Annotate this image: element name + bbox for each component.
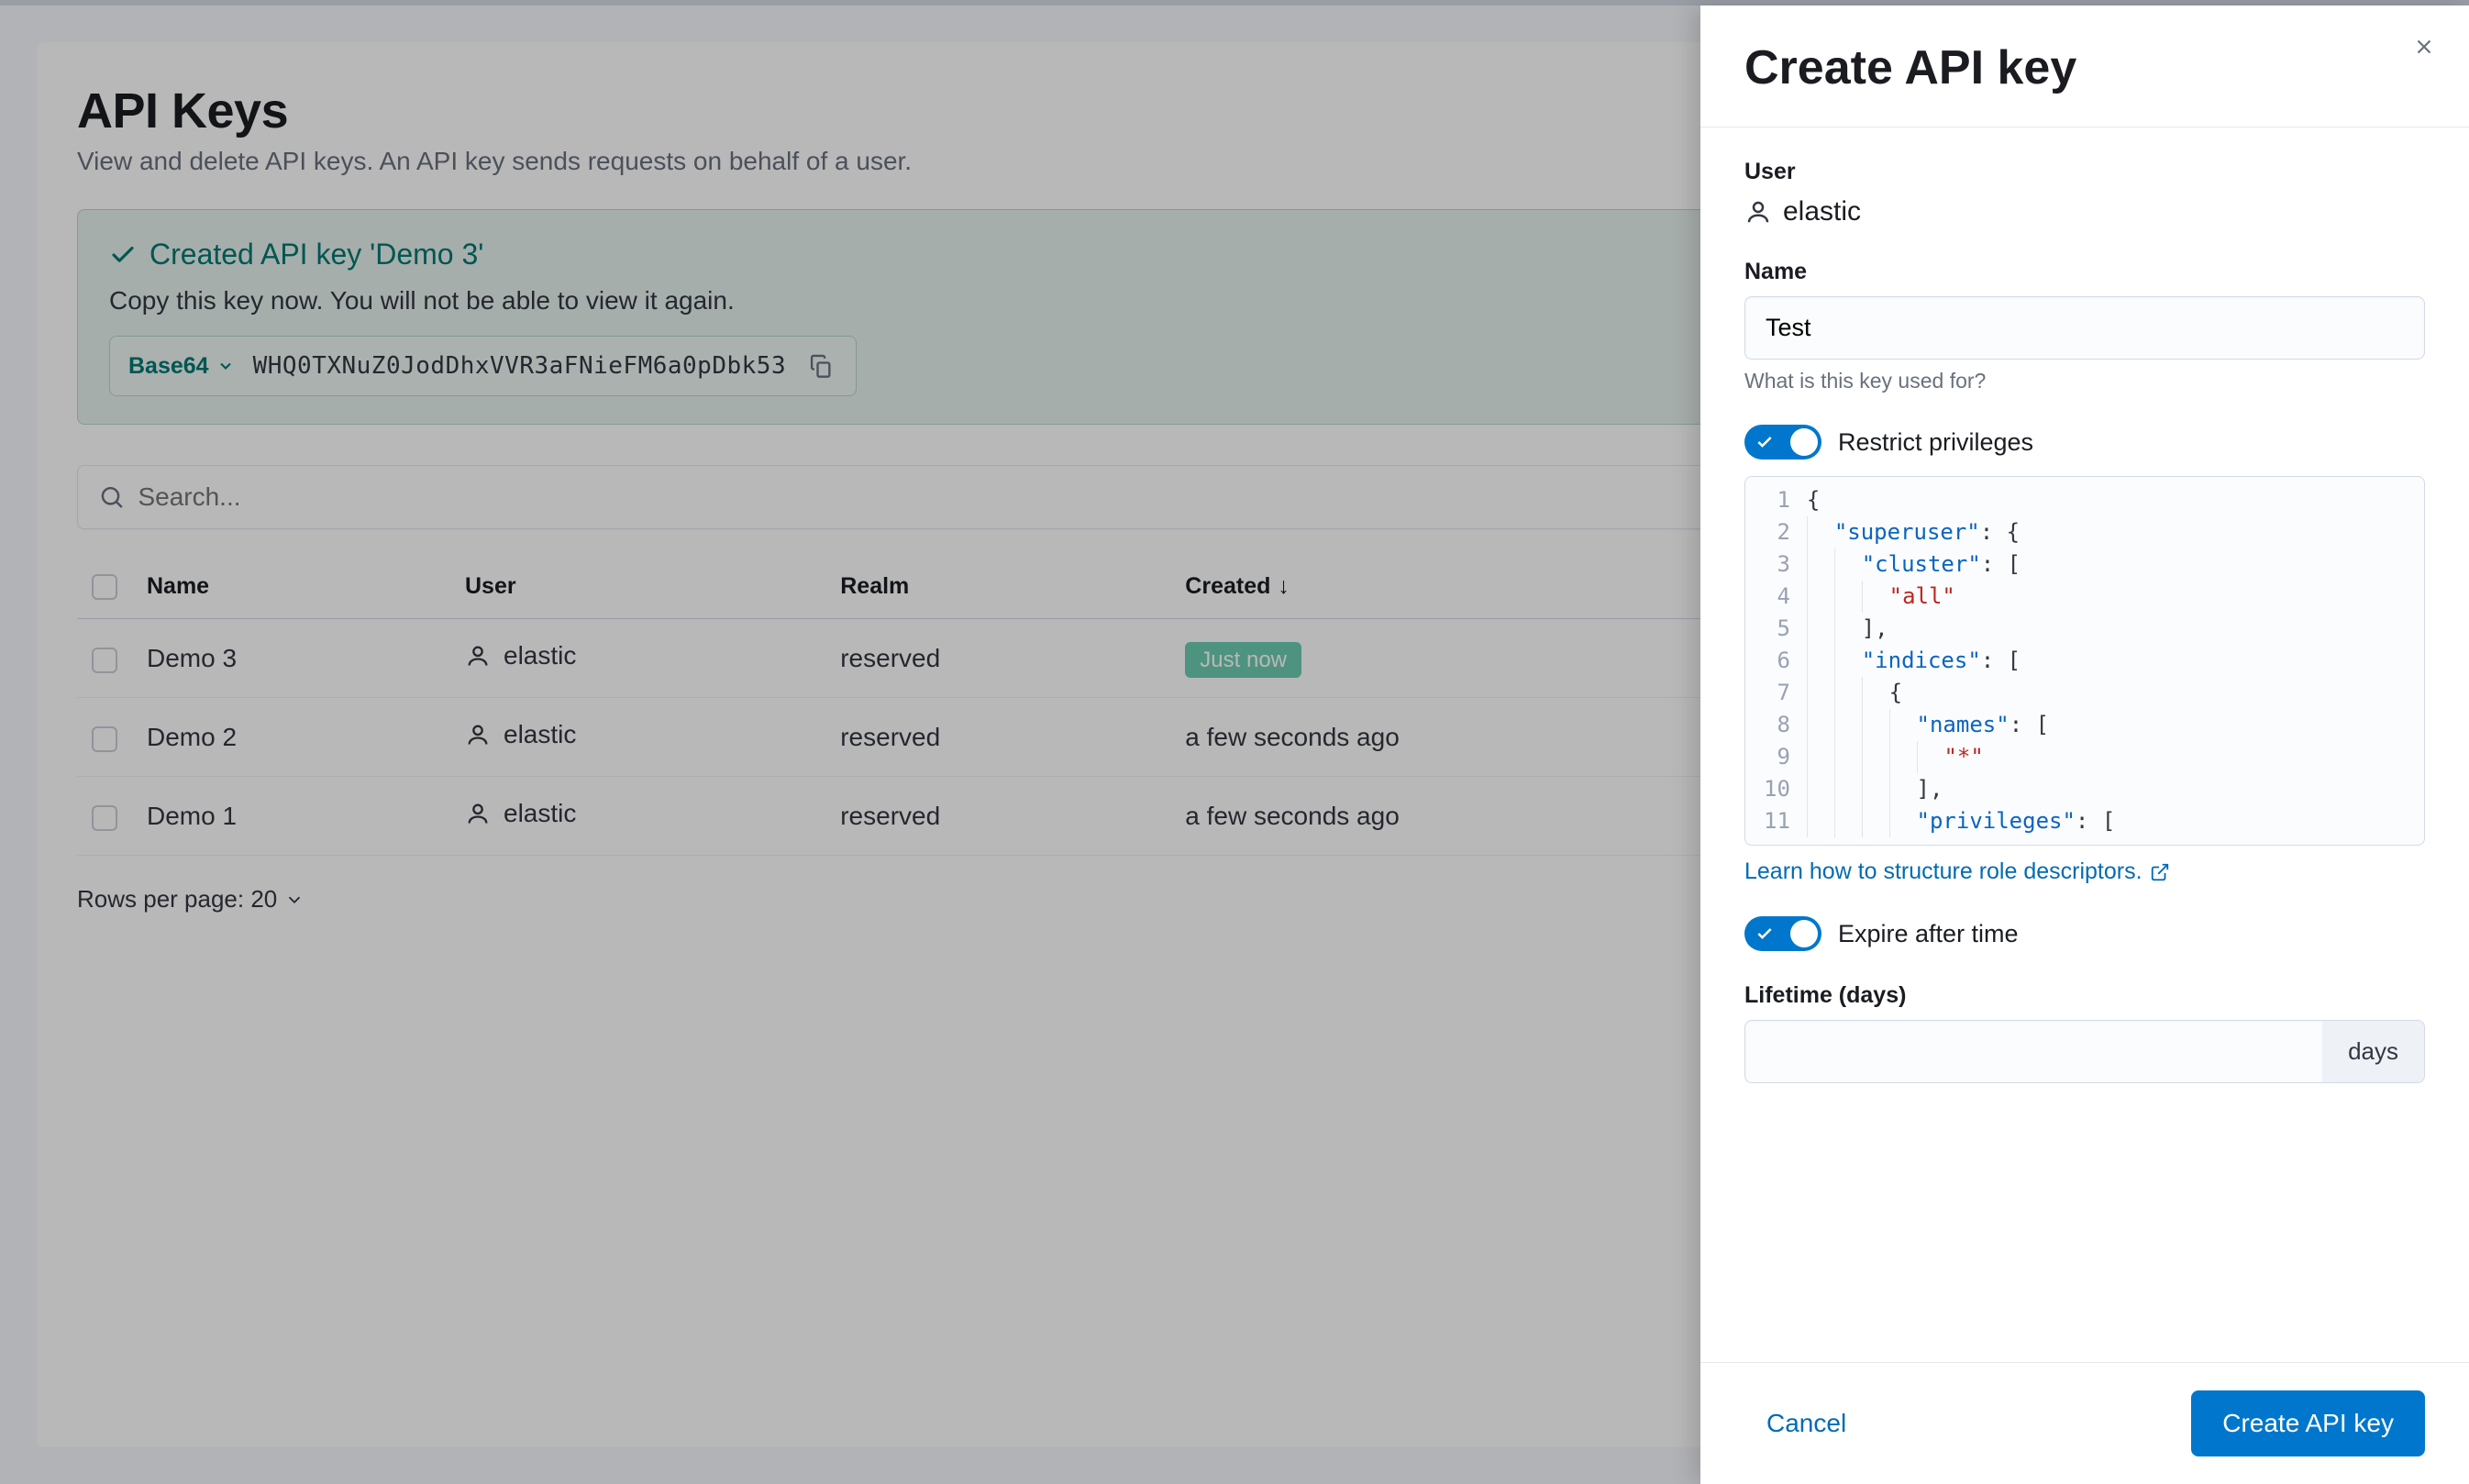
close-flyout-button[interactable] — [2408, 31, 2440, 62]
lifetime-input[interactable] — [1744, 1020, 2322, 1083]
check-icon — [1755, 433, 1774, 451]
role-descriptor-editor[interactable]: 1234567891011 { "superuser": { "cluster"… — [1744, 476, 2425, 846]
name-label: Name — [1744, 259, 2425, 285]
lifetime-label: Lifetime (days) — [1744, 982, 2425, 1009]
lifetime-unit: days — [2322, 1020, 2425, 1083]
user-label: User — [1744, 159, 2425, 185]
external-link-icon — [2150, 862, 2170, 882]
user-icon — [1744, 198, 1772, 226]
learn-role-descriptors-link[interactable]: Learn how to structure role descriptors. — [1744, 858, 2170, 885]
close-icon — [2412, 35, 2436, 59]
restrict-privileges-toggle[interactable] — [1744, 425, 1821, 460]
cancel-button[interactable]: Cancel — [1744, 1394, 1868, 1453]
expire-after-time-toggle[interactable] — [1744, 916, 1821, 951]
create-api-key-button[interactable]: Create API key — [2191, 1390, 2425, 1456]
expire-after-time-label: Expire after time — [1838, 920, 2019, 948]
user-display: elastic — [1744, 196, 2425, 227]
flyout-title: Create API key — [1744, 40, 2076, 95]
create-api-key-flyout: Create API key User elastic Name What is… — [1700, 6, 2469, 1484]
check-icon — [1755, 925, 1774, 943]
name-input[interactable] — [1744, 296, 2425, 360]
restrict-privileges-label: Restrict privileges — [1838, 428, 2033, 457]
name-help-text: What is this key used for? — [1744, 369, 2425, 393]
